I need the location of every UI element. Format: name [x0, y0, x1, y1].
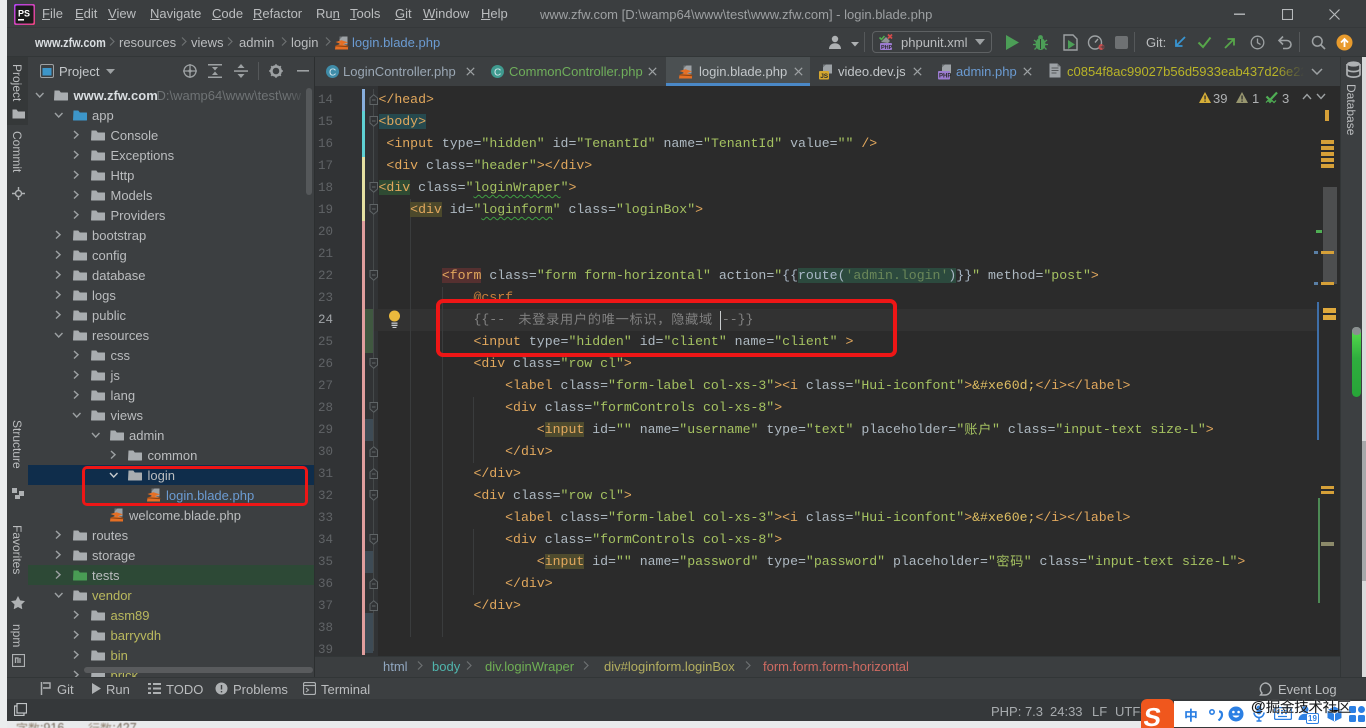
svg-text:C: C — [329, 68, 336, 79]
svg-text:PS: PS — [18, 9, 30, 19]
svg-text:PHP: PHP — [881, 45, 893, 51]
svg-text:C: C — [494, 68, 501, 79]
svg-text:PHP: PHP — [939, 74, 951, 80]
svg-text:JS: JS — [820, 73, 829, 80]
